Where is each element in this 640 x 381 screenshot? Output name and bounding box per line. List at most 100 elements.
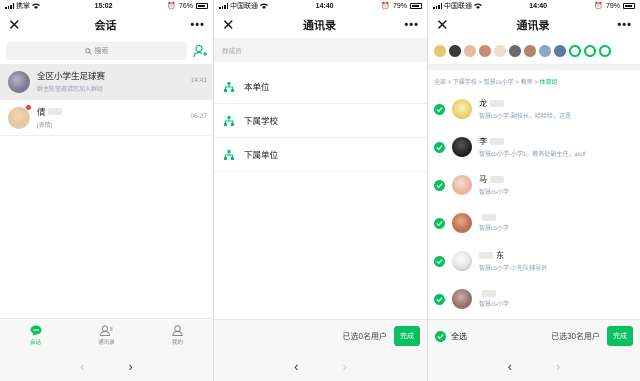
selected-members-label: 群成员: [222, 48, 242, 55]
page-title: 通讯录: [303, 20, 336, 32]
chat-preview: 群主陈莹邀请您加入群组: [37, 87, 104, 93]
status-time: 14:40: [529, 2, 548, 10]
member-row[interactable]: 龙智慧cs小学-副校长，哈哈哈，这是: [428, 90, 640, 128]
chat-name: 全区小学生足球赛: [37, 71, 106, 81]
close-icon[interactable]: ✕: [436, 18, 449, 33]
wifi-icon: [260, 3, 268, 9]
battery-icon: [622, 3, 635, 9]
battery-percent: 76%: [178, 2, 193, 10]
done-button[interactable]: 完成: [394, 326, 420, 346]
signal-icon: [433, 3, 442, 9]
chat-name: 倩: [37, 107, 46, 117]
default-avatar: [584, 45, 596, 57]
member-row[interactable]: 李智慧cs小学-小学1，教务处副主任，asdf: [428, 128, 640, 166]
browser-nav: ‹ ›: [428, 352, 640, 381]
checked-icon[interactable]: [434, 217, 445, 229]
forward-arrow-icon[interactable]: ›: [556, 359, 560, 374]
breadcrumb-item[interactable]: 教师: [521, 80, 533, 86]
member-row[interactable]: 东智慧cs小学-少先队辅导员: [428, 242, 640, 280]
selected-avatar: [494, 45, 506, 57]
member-name: 李: [479, 137, 487, 146]
tab-contacts[interactable]: 通讯录: [71, 319, 142, 352]
back-arrow-icon[interactable]: ‹: [508, 359, 512, 374]
chat-item-group[interactable]: 全区小学生足球赛 群主陈莹邀请您加入群组 14:41: [0, 64, 213, 100]
back-arrow-icon[interactable]: ‹: [294, 359, 298, 374]
selected-avatar: [524, 45, 536, 57]
forward-arrow-icon[interactable]: ›: [343, 359, 347, 374]
alarm-icon: ⏰: [381, 3, 390, 10]
org-item-schools[interactable]: 下属学校: [214, 104, 427, 138]
browser-nav: ‹ ›: [214, 352, 427, 381]
selected-avatar: [479, 45, 491, 57]
select-all-label: 全选: [451, 331, 467, 341]
tab-profile[interactable]: 我的: [142, 319, 213, 352]
member-description: 智慧cs小学: [479, 190, 510, 196]
chat-time: 06-27: [190, 113, 207, 120]
selected-count: 已选0名用户: [342, 331, 387, 341]
member-description: 智慧cs小学-副校长，哈哈哈，这是: [479, 114, 571, 120]
breadcrumb-item[interactable]: 全部: [434, 80, 446, 86]
org-tree-icon: [224, 149, 234, 160]
more-icon[interactable]: •••: [617, 19, 632, 31]
chat-item-direct[interactable]: 倩 [表情] 06-27: [0, 100, 213, 136]
tab-chats[interactable]: 会话: [0, 319, 71, 352]
member-row[interactable]: 马智慧cs小学: [428, 166, 640, 204]
breadcrumb: 全部 > 下属学校 > 智慧cs小学 > 教师 > 体育组: [434, 80, 558, 86]
navigation-bar: ✕ 通讯录 •••: [214, 12, 427, 38]
forward-arrow-icon[interactable]: ›: [129, 359, 133, 374]
carrier-label: 中国联通: [444, 3, 472, 10]
member-description: 智慧cs小学: [479, 302, 510, 308]
default-avatar: [599, 45, 611, 57]
status-bar: 中国联通 14:40 ⏰ 79%: [214, 0, 427, 12]
default-avatar: [569, 45, 581, 57]
carrier-label: 携掌: [16, 3, 30, 10]
org-item-label: 下属单位: [244, 149, 279, 160]
member-description: 智慧cs小学-小学1，教务处副主任，asdf: [479, 152, 586, 158]
close-icon[interactable]: ✕: [8, 18, 21, 33]
more-icon[interactable]: •••: [404, 19, 419, 31]
tab-label: 通讯录: [98, 340, 115, 346]
member-avatar: [452, 289, 472, 309]
breadcrumb-item[interactable]: 智慧cs小学: [484, 80, 514, 86]
wifi-icon: [32, 3, 40, 9]
member-avatar: [452, 251, 472, 271]
select-all-toggle[interactable]: 全选: [435, 330, 467, 342]
checked-icon[interactable]: [434, 293, 445, 305]
done-button[interactable]: 完成: [607, 326, 633, 346]
tab-label: 会话: [29, 340, 41, 346]
member-name: 马: [479, 175, 487, 184]
member-row[interactable]: 智慧cs小学: [428, 204, 640, 242]
org-item-label: 下属学校: [244, 115, 279, 126]
breadcrumb-item[interactable]: 下属学校: [453, 80, 477, 86]
battery-icon: [409, 3, 422, 9]
checked-icon[interactable]: [434, 179, 445, 191]
chat-icon: [30, 325, 41, 336]
member-avatar: [452, 99, 472, 119]
alarm-icon: ⏰: [167, 3, 176, 10]
profile-icon: [172, 325, 183, 336]
status-time: 15:02: [94, 2, 113, 10]
navigation-bar: ✕ 会话 •••: [0, 12, 213, 38]
member-row[interactable]: 智慧cs小学: [428, 280, 640, 318]
close-icon[interactable]: ✕: [222, 18, 235, 33]
selected-avatars-strip[interactable]: [428, 38, 640, 70]
selected-avatar: [464, 45, 476, 57]
checked-icon[interactable]: [434, 103, 445, 115]
checked-icon[interactable]: [434, 255, 445, 267]
checked-icon[interactable]: [434, 141, 445, 153]
search-placeholder: 搜索: [94, 48, 109, 55]
org-item-own-unit[interactable]: 本单位: [214, 70, 427, 104]
member-description: 智慧cs小学-少先队辅导员: [479, 266, 547, 272]
selection-footer: 已选0名用户 完成: [214, 319, 427, 352]
browser-nav: ‹ ›: [0, 352, 213, 381]
group-avatar: [8, 70, 30, 93]
more-icon[interactable]: •••: [190, 19, 205, 31]
org-item-sub-units[interactable]: 下属单位: [214, 138, 427, 172]
org-tree-icon: [224, 115, 234, 126]
back-arrow-icon[interactable]: ‹: [80, 359, 84, 374]
selected-members-strip: 群成员: [214, 38, 427, 62]
signal-icon: [219, 3, 228, 9]
status-bar: 携掌 15:02 ⏰ 76%: [0, 0, 213, 12]
add-contact-icon[interactable]: [193, 44, 207, 58]
search-input[interactable]: 搜索: [6, 42, 187, 60]
